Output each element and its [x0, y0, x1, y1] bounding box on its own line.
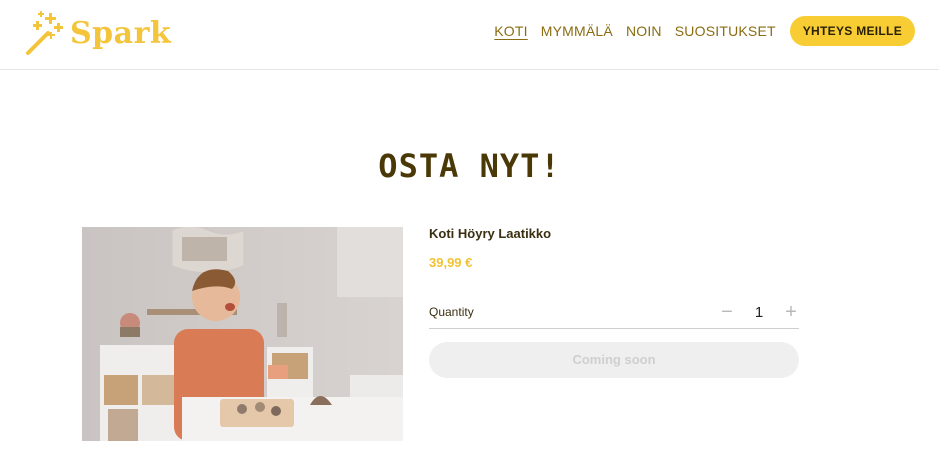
quantity-value[interactable]: 1	[735, 304, 783, 321]
product-price: 39,99 €	[429, 255, 473, 270]
product-info: Koti Höyry Laatikko 39,99 € Quantity − 1…	[429, 226, 799, 378]
product-photo	[82, 227, 403, 441]
nav-link-suositukset[interactable]: SUOSITUKSET	[675, 16, 776, 46]
nav-link-koti[interactable]: KOTI	[494, 16, 527, 46]
logo-text: Spark	[70, 15, 172, 51]
quantity-stepper: − 1 +	[719, 296, 799, 328]
main-nav: KOTI MYMMÄLÄ NOIN SUOSITUKSET YHTEYS MEI…	[494, 16, 915, 46]
product-image[interactable]	[82, 227, 403, 441]
quantity-row: Quantity − 1 +	[429, 296, 799, 329]
quantity-label: Quantity	[429, 305, 474, 319]
nav-link-noin[interactable]: NOIN	[626, 16, 662, 46]
product-name: Koti Höyry Laatikko	[429, 226, 552, 241]
contact-button[interactable]: YHTEYS MEILLE	[789, 16, 915, 46]
magic-wand-icon	[26, 11, 63, 55]
logo[interactable]: Spark	[24, 8, 171, 58]
page-title: OSTA NYT!	[378, 147, 561, 185]
plus-icon[interactable]: +	[783, 301, 799, 324]
minus-icon[interactable]: −	[719, 301, 735, 324]
site-header: Spark KOTI MYMMÄLÄ NOIN SUOSITUKSET YHTE…	[0, 0, 939, 70]
coming-soon-button[interactable]: Coming soon	[429, 342, 799, 378]
nav-link-mymmala[interactable]: MYMMÄLÄ	[541, 16, 613, 46]
